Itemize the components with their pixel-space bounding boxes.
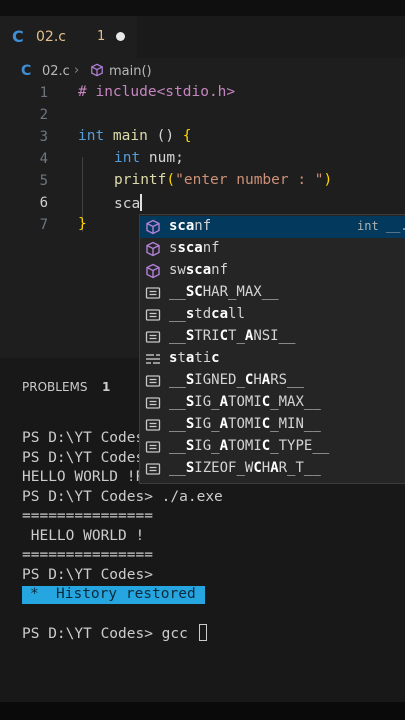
suggestion-label: scanf [169, 218, 212, 234]
suggestion-label: __SIG_ATOMIC_MIN__ [169, 416, 321, 432]
breadcrumb-file[interactable]: 02.c [42, 64, 70, 79]
suggestion-item[interactable]: __STRICT_ANSI__ [140, 326, 405, 348]
line-number-active: 6 [39, 195, 48, 211]
suggestion-label: __stdcall [169, 306, 245, 322]
tab-filename: 02.c [36, 29, 66, 45]
history-restored-text: History restored [56, 586, 196, 602]
close-brace: } [78, 216, 87, 232]
breadcrumb: C 02.c › main() [0, 58, 405, 84]
c-language-icon: C [21, 63, 32, 79]
terminal-line: =============== [22, 547, 153, 563]
suggestion-item[interactable]: __SIG_ATOMIC_MIN__ [140, 414, 405, 436]
suggestion-label: __SIG_ATOMIC_MAX__ [169, 394, 321, 410]
suggestion-item[interactable]: static [140, 348, 405, 370]
constant-icon [145, 439, 161, 455]
cube-icon [91, 63, 103, 77]
line-number: 2 [39, 107, 48, 123]
line-number: 7 [39, 217, 48, 233]
c-language-icon: C [12, 27, 24, 46]
suggestion-item[interactable]: __stdcall [140, 304, 405, 326]
suggestion-item[interactable]: sscanf [140, 238, 405, 260]
code-line-7[interactable]: } [78, 216, 87, 232]
cube-icon [145, 219, 161, 235]
suggestion-item[interactable]: __SCHAR_MAX__ [140, 282, 405, 304]
declaration: num; [140, 150, 184, 166]
problems-count-badge: 1 [102, 380, 111, 394]
line-number: 4 [39, 151, 48, 167]
parens: () [156, 128, 183, 144]
unsaved-dot-icon[interactable] [116, 32, 125, 41]
prompt-text: PS D:\YT Codes> gcc [22, 626, 197, 642]
terminal-line: PS D:\YT Codes> [22, 567, 153, 583]
suggestion-label: swscanf [169, 262, 229, 278]
suggestion-item[interactable]: __SIZEOF_WCHAR_T__ [140, 458, 405, 480]
text-cursor [140, 194, 143, 211]
code-line-1[interactable]: # include<stdio.h> [78, 84, 235, 100]
preprocessor-directive: # include<stdio.h> [78, 84, 236, 100]
function-name: main [104, 128, 157, 144]
bottom-bar [0, 702, 405, 720]
suggestion-item[interactable]: scanf int __... [140, 216, 405, 238]
line-number: 1 [39, 85, 48, 101]
suggestion-label: __SCHAR_MAX__ [169, 284, 279, 300]
suggestion-label: static [169, 350, 220, 366]
star-icon: * [30, 586, 39, 602]
suggestion-label: __STRICT_ANSI__ [169, 328, 296, 344]
terminal-line: HELLO WORLD ! [22, 528, 145, 544]
code-line-4[interactable]: int num; [114, 150, 184, 166]
suggestion-item[interactable]: __SIG_ATOMIC_MAX__ [140, 392, 405, 414]
line-number: 3 [39, 129, 48, 145]
tab-problem-count: 1 [97, 29, 106, 44]
code-line-5[interactable]: printf("enter number : ") [114, 172, 332, 188]
suggestion-detail: int __... [357, 219, 405, 233]
close-paren: ) [323, 172, 333, 188]
code-line-3[interactable]: int main () { [78, 128, 192, 144]
terminal-line: =============== [22, 508, 153, 524]
chevron-right-icon: › [74, 63, 80, 78]
terminal-line: PS D:\YT Codes [22, 430, 145, 446]
open-brace: { [182, 128, 192, 144]
terminal-prompt[interactable]: PS D:\YT Codes> gcc [22, 624, 207, 642]
editor-tab-bar: C 02.c 1 [0, 16, 405, 59]
terminal-cursor [198, 624, 207, 641]
suggestion-label: sscanf [169, 240, 220, 256]
history-restored-banner: * History restored [22, 586, 205, 604]
suggestion-label: __SIGNED_CHARS__ [169, 372, 304, 388]
suggestion-label: __SIZEOF_WCHAR_T__ [169, 460, 321, 476]
line-number: 5 [39, 173, 48, 189]
open-paren: ( [166, 172, 176, 188]
cube-icon [145, 241, 161, 257]
keyword: int [78, 128, 105, 144]
function-call: printf [114, 172, 167, 188]
suggestion-label: __SIG_ATOMIC_TYPE__ [169, 438, 330, 454]
string-literal: "enter number : " [175, 172, 324, 188]
constant-icon [145, 417, 161, 433]
constant-icon [145, 395, 161, 411]
keyword-icon [145, 351, 161, 367]
cube-icon [145, 263, 161, 279]
constant-icon [145, 461, 161, 477]
suggestion-item[interactable]: __SIGNED_CHARS__ [140, 370, 405, 392]
tab-02-c[interactable]: C 02.c 1 [0, 16, 137, 59]
constant-icon [145, 329, 161, 345]
constant-icon [145, 373, 161, 389]
terminal-line: PS D:\YT Codes [22, 450, 145, 466]
tab-problems[interactable]: PROBLEMS [22, 380, 88, 394]
terminal-line: HELLO WORLD !P [22, 469, 145, 485]
constant-icon [145, 285, 161, 301]
breadcrumb-symbol[interactable]: main() [109, 64, 152, 79]
code-line-6[interactable]: sca [114, 194, 143, 212]
terminal-line: PS D:\YT Codes> ./a.exe [22, 489, 223, 505]
suggestion-item[interactable]: swscanf [140, 260, 405, 282]
typed-text: sca [114, 196, 141, 212]
keyword: int [114, 150, 141, 166]
autocomplete-suggestions[interactable]: scanf int __...sscanf swscanf __SCHAR_MAX__… [139, 214, 405, 484]
suggestion-item[interactable]: __SIG_ATOMIC_TYPE__ [140, 436, 405, 458]
constant-icon [145, 307, 161, 323]
